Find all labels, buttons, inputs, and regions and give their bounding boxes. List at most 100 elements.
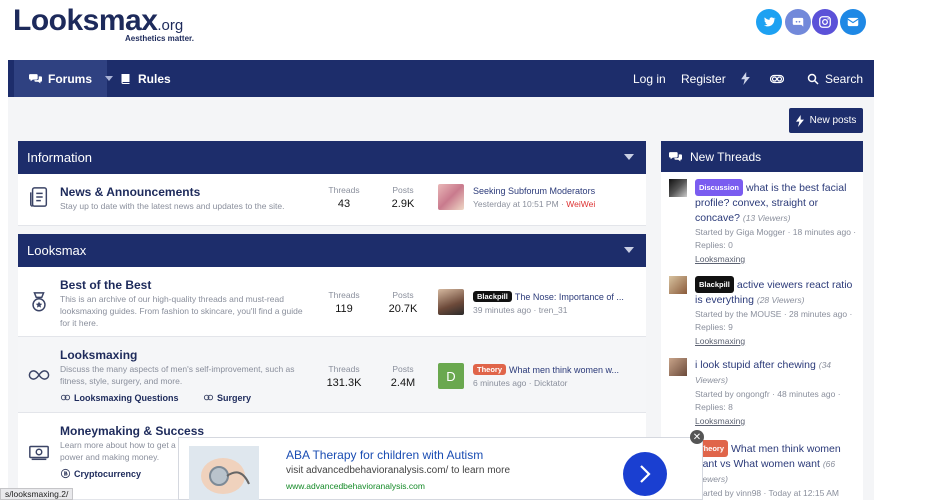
- sidebar-title: New Threads: [690, 149, 762, 164]
- ad-banner[interactable]: ABA Therapy for children with Autism vis…: [178, 437, 703, 500]
- last-post-user[interactable]: WeiWei: [566, 199, 595, 209]
- category-title: Information: [27, 150, 93, 165]
- prefix-badge: Theory: [473, 364, 507, 375]
- node-description: Discuss the many aspects of men's self-i…: [60, 364, 295, 386]
- last-post-meta: 39 minutes ago · tren_31: [473, 305, 568, 315]
- medal-icon: [28, 291, 50, 313]
- register-link[interactable]: Register: [681, 60, 726, 97]
- ad-title[interactable]: ABA Therapy for children with Autism: [286, 448, 483, 462]
- last-post-user[interactable]: Dicktator: [534, 378, 568, 388]
- subforum-cryptocurrency[interactable]: Cryptocurrency: [60, 468, 142, 479]
- subforum-icon: [203, 392, 214, 403]
- chevron-right-icon: [640, 465, 651, 483]
- nav-rules[interactable]: Rules: [120, 60, 171, 97]
- search-icon: [807, 73, 819, 85]
- viewer-count: (13 Viewers): [742, 213, 791, 223]
- new-posts-button[interactable]: New posts: [789, 108, 863, 133]
- new-posts-label: New posts: [809, 115, 857, 126]
- category-header-information[interactable]: Information: [18, 141, 646, 174]
- close-icon[interactable]: ✕: [690, 430, 704, 444]
- node-title[interactable]: Best of the Best: [60, 278, 151, 292]
- main-nav: Forums Rules Log in Register Search: [8, 60, 874, 97]
- subforum-icon: [60, 468, 71, 479]
- last-post-title[interactable]: Theory What men think women w...: [473, 364, 619, 375]
- posts-label: Posts: [392, 290, 414, 300]
- thread-forum-link[interactable]: Looksmaxing: [695, 334, 860, 348]
- threads-count: 43: [337, 198, 351, 210]
- nav-rules-label: Rules: [138, 71, 171, 86]
- threads-label: Threads: [328, 364, 360, 374]
- thread-forum-link[interactable]: Looksmaxing: [695, 414, 860, 428]
- ad-url[interactable]: www.advancedbehavioranalysis.com: [286, 481, 425, 491]
- login-link[interactable]: Log in: [633, 60, 666, 97]
- node-looksmaxing: Looksmaxing Discuss the many aspects of …: [18, 337, 646, 413]
- thread-forum-link[interactable]: Looksmaxing: [695, 252, 860, 266]
- thread-meta: Started by Giga Mogger · 18 minutes ago …: [695, 227, 857, 250]
- thread-title[interactable]: Discussion what is the best facial profil…: [695, 179, 860, 226]
- last-post-title[interactable]: Blackpill The Nose: Importance of ...: [473, 291, 624, 302]
- last-post-user[interactable]: tren_31: [539, 305, 568, 315]
- node-title[interactable]: Moneymaking & Success: [60, 424, 204, 438]
- ad-arrow-button[interactable]: [623, 452, 667, 496]
- subforum-looksmaxing-questions[interactable]: Looksmaxing Questions: [60, 393, 179, 403]
- nav-forums[interactable]: Forums: [14, 60, 114, 97]
- last-post-title-text: The Nose: Importance of ...: [514, 292, 624, 302]
- email-icon[interactable]: [840, 9, 866, 35]
- toggle-icon[interactable]: [770, 60, 784, 97]
- last-post-meta: Yesterday at 10:51 PM · WeiWei: [473, 199, 596, 209]
- node-title[interactable]: Looksmaxing: [60, 348, 137, 362]
- twitter-icon[interactable]: [756, 9, 782, 35]
- avatar[interactable]: D: [438, 363, 464, 389]
- posts-count: 20.7K: [388, 303, 418, 315]
- collapse-icon[interactable]: [624, 247, 634, 253]
- avatar[interactable]: [669, 179, 687, 197]
- book-icon: [120, 73, 132, 85]
- avatar[interactable]: [669, 358, 687, 376]
- infinity-icon: [28, 364, 50, 386]
- subforum-label: Surgery: [217, 393, 252, 403]
- thread-title[interactable]: i look stupid after chewing (34 Viewers): [695, 358, 860, 388]
- thread-title[interactable]: Theory What men think women want vs What …: [695, 440, 860, 487]
- prefix-badge: Discussion: [695, 179, 744, 196]
- last-post-meta: 6 minutes ago · Dicktator: [473, 378, 568, 388]
- instagram-icon[interactable]: [812, 9, 838, 35]
- thread-meta: Started by vinn98 · Today at 12:15 AM: [695, 488, 839, 498]
- collapse-icon[interactable]: [624, 154, 634, 160]
- browser-status-url: s/looksmaxing.2/: [0, 488, 74, 500]
- site-logo[interactable]: Looksmax.org Aesthetics matter.: [13, 4, 194, 43]
- thread-meta: Started by the MOUSE · 28 minutes ago · …: [695, 309, 853, 332]
- last-post-title[interactable]: Seeking Subforum Moderators: [473, 186, 595, 196]
- thread-title-text: i look stupid after chewing: [695, 359, 816, 371]
- node-title[interactable]: News & Announcements: [60, 185, 200, 199]
- thread-content: Theory What men think women want vs What …: [695, 440, 860, 500]
- posts-label: Posts: [392, 364, 414, 374]
- subforum-label: Looksmaxing Questions: [74, 393, 179, 403]
- thread-meta: Started by ongongfr · 48 minutes ago · R…: [695, 389, 841, 412]
- last-post-time[interactable]: 6 minutes ago: [473, 378, 526, 388]
- avatar[interactable]: [438, 184, 464, 210]
- sub-forum-links: Looksmaxing Questions Surgery: [60, 392, 273, 403]
- category-header-looksmax[interactable]: Looksmax: [18, 234, 646, 267]
- thread-title[interactable]: Blackpill active viewers react ratio is e…: [695, 276, 860, 308]
- subforum-surgery[interactable]: Surgery: [203, 393, 251, 403]
- threads-count: 131.3K: [326, 377, 362, 389]
- search-label: Search: [825, 71, 864, 86]
- node-description: This is an archive of our high-quality t…: [60, 294, 303, 328]
- prefix-badge: Blackpill: [473, 291, 512, 302]
- subforum-label: Cryptocurrency: [74, 469, 142, 479]
- last-post-time[interactable]: Yesterday at 10:51 PM: [473, 199, 559, 209]
- thread-content: i look stupid after chewing (34 Viewers)…: [695, 358, 860, 428]
- avatar[interactable]: [438, 289, 464, 315]
- threads-label: Threads: [328, 290, 360, 300]
- chevron-down-icon[interactable]: [105, 76, 114, 81]
- avatar[interactable]: [669, 276, 687, 294]
- ad-image: [189, 446, 259, 500]
- posts-count: 2.9K: [391, 198, 415, 210]
- discord-icon[interactable]: [785, 9, 811, 35]
- prefix-badge: Blackpill: [695, 276, 734, 293]
- last-post-time[interactable]: 39 minutes ago: [473, 305, 531, 315]
- document-icon: [28, 186, 50, 208]
- bolt-icon[interactable]: [741, 60, 750, 97]
- search-button[interactable]: Search: [807, 60, 863, 97]
- logo-text: Looksmax: [13, 4, 158, 37]
